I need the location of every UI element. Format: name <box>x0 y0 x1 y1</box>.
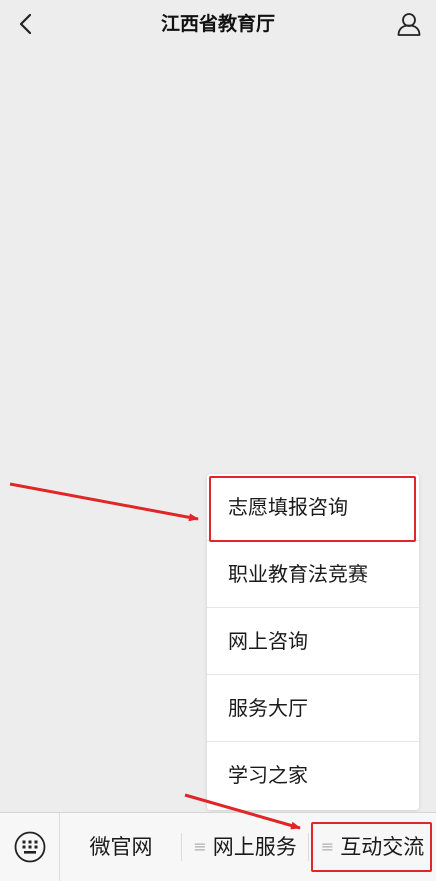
user-icon <box>397 13 421 36</box>
menu-micro-site-label: 微官网 <box>89 835 153 859</box>
keyboard-icon <box>14 831 45 863</box>
top-nav-bar: 江西省教育厅 <box>0 0 436 50</box>
menu-online-service-label: 网上服务 <box>212 835 297 859</box>
submenu-item-study-home[interactable]: 学习之家 <box>207 742 419 809</box>
annotation-highlight-menu <box>311 822 432 872</box>
submenu-item-online-consult[interactable]: 网上咨询 <box>207 608 419 675</box>
profile-button[interactable] <box>392 7 426 41</box>
menu-online-service[interactable]: ≡ 网上服务 <box>182 813 308 881</box>
back-button[interactable] <box>10 8 42 40</box>
chevron-left-icon <box>19 13 32 35</box>
menu-micro-site[interactable]: 微官网 <box>61 813 181 881</box>
menu-list-icon: ≡ <box>193 837 207 856</box>
annotation-highlight-submenu <box>209 476 416 542</box>
keyboard-toggle-button[interactable] <box>0 813 60 881</box>
submenu-item-service-hall[interactable]: 服务大厅 <box>207 675 419 742</box>
page-title: 江西省教育厅 <box>160 13 275 35</box>
submenu-item-vocational-contest[interactable]: 职业教育法竞赛 <box>207 541 419 608</box>
